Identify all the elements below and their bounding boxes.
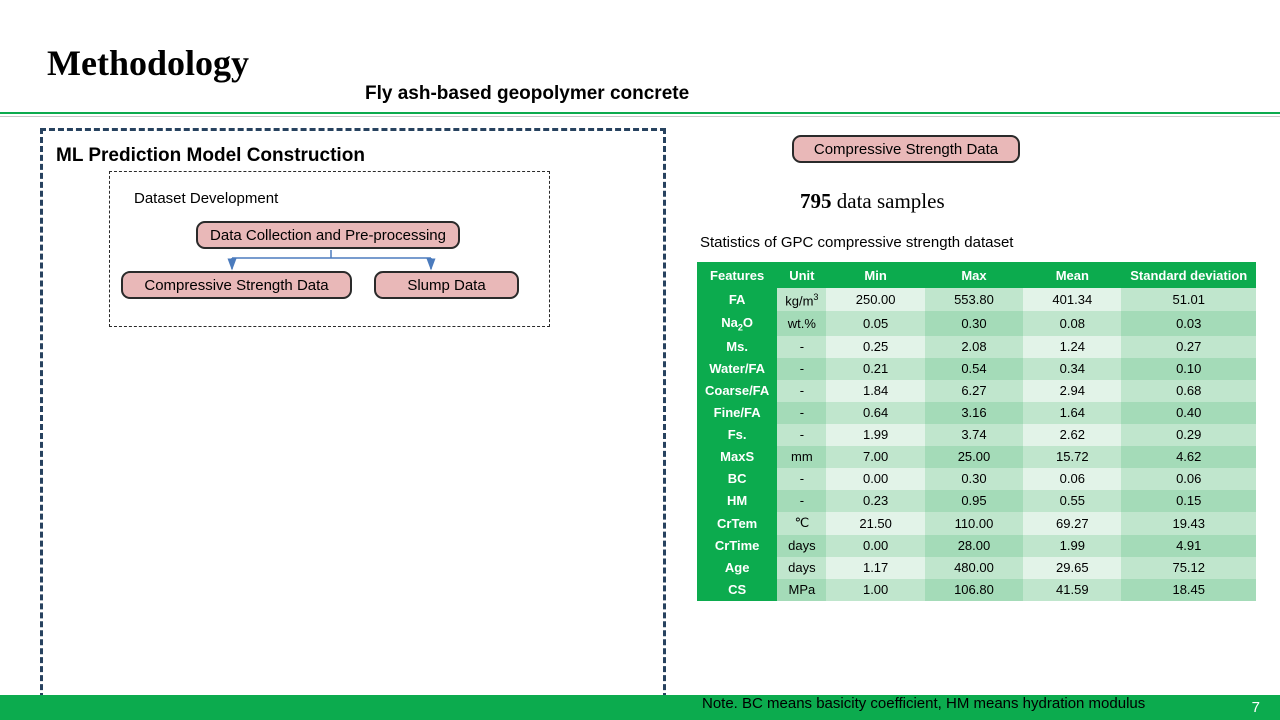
th-max: Max — [925, 262, 1023, 288]
compressive-strength-header-box: Compressive Strength Data — [792, 135, 1020, 163]
table-row: Fs.-1.993.742.620.29 — [697, 424, 1256, 446]
sample-count: 795 data samples — [800, 189, 945, 214]
table-row: CrTem℃21.50110.0069.2719.43 — [697, 512, 1256, 535]
table-title: Statistics of GPC compressive strength d… — [700, 234, 1013, 251]
data-collection-box: Data Collection and Pre-processing — [196, 221, 460, 249]
divider-green — [0, 112, 1280, 114]
th-sd: Standard deviation — [1121, 262, 1256, 288]
table-row: BC-0.000.300.060.06 — [697, 468, 1256, 490]
th-mean: Mean — [1023, 262, 1121, 288]
table-row: Na2Owt.%0.050.300.080.03 — [697, 311, 1256, 336]
table-row: Ms.-0.252.081.240.27 — [697, 336, 1256, 358]
table-note: Note. BC means basicity coefficient, HM … — [702, 695, 1145, 712]
th-min: Min — [826, 262, 924, 288]
stats-table: Features Unit Min Max Mean Standard devi… — [697, 262, 1256, 601]
page-number: 7 — [1252, 699, 1260, 716]
table-row: Water/FA-0.210.540.340.10 — [697, 358, 1256, 380]
page-subtitle: Fly ash-based geopolymer concrete — [365, 83, 689, 105]
table-row: Agedays1.17480.0029.6575.12 — [697, 557, 1256, 579]
divider-gray — [0, 116, 1280, 117]
dataset-dev-label: Dataset Development — [134, 190, 278, 207]
table-row: FAkg/m3250.00553.80401.3451.01 — [697, 288, 1256, 311]
table-row: Fine/FA-0.643.161.640.40 — [697, 402, 1256, 424]
compressive-strength-box: Compressive Strength Data — [121, 271, 352, 299]
section-heading: ML Prediction Model Construction — [56, 145, 365, 167]
table-row: HM-0.230.950.550.15 — [697, 490, 1256, 512]
table-row: CrTimedays0.0028.001.994.91 — [697, 535, 1256, 557]
th-unit: Unit — [777, 262, 826, 288]
slump-data-box: Slump Data — [374, 271, 519, 299]
table-row: MaxSmm7.0025.0015.724.62 — [697, 446, 1256, 468]
th-features: Features — [697, 262, 777, 288]
page-title: Methodology — [47, 42, 249, 84]
table-row: Coarse/FA-1.846.272.940.68 — [697, 380, 1256, 402]
table-row: CSMPa1.00106.8041.5918.45 — [697, 579, 1256, 601]
